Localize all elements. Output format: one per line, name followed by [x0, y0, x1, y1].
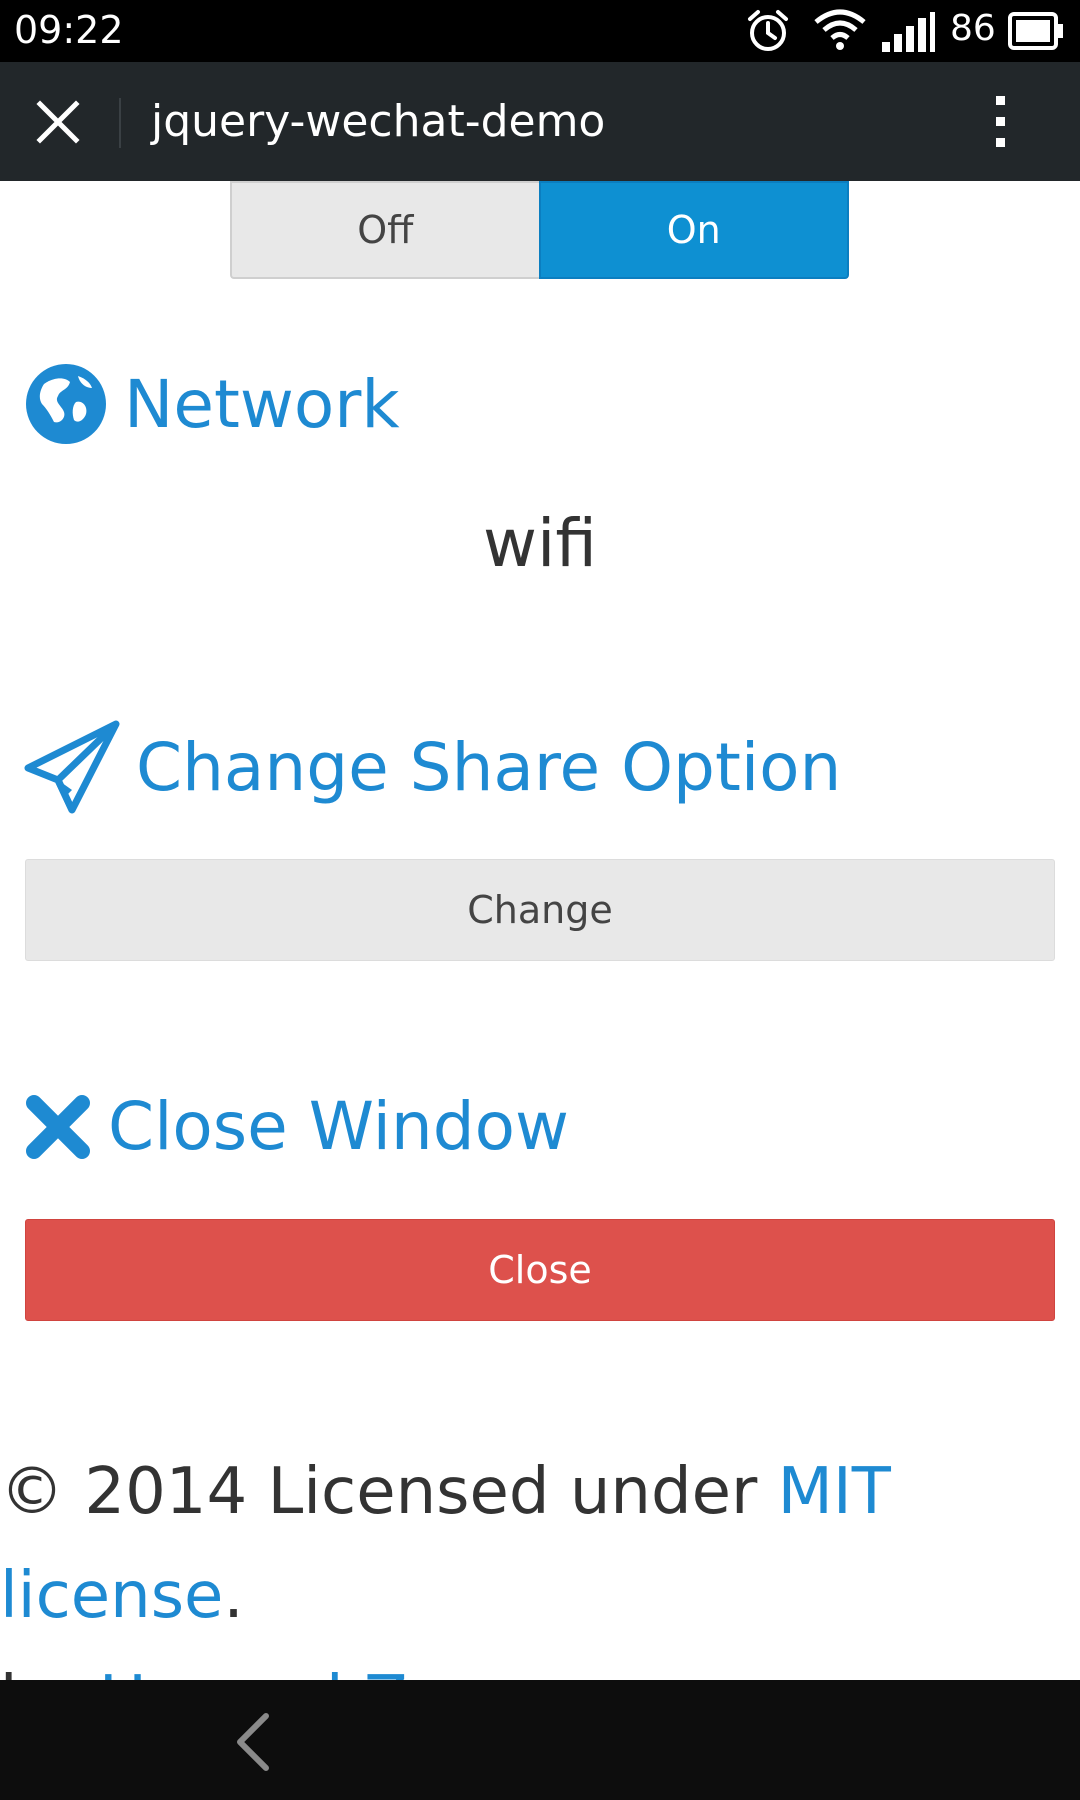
paper-plane-icon	[24, 720, 120, 814]
globe-icon	[26, 364, 106, 444]
network-heading: Network	[24, 362, 400, 446]
back-chevron-icon[interactable]	[232, 1712, 272, 1772]
title-bar: jquery-wechat-demo	[0, 62, 1080, 181]
wifi-icon	[814, 9, 866, 50]
share-heading-label: Change Share Option	[136, 728, 842, 806]
footer-license-suffix: .	[223, 1559, 244, 1633]
share-heading: Change Share Option	[24, 720, 841, 814]
network-type-value: wifi	[483, 505, 597, 582]
status-bar: 09:22 86	[0, 0, 1080, 62]
signal-icon	[882, 12, 935, 52]
close-window-heading-label: Close Window	[108, 1088, 570, 1165]
close-icon[interactable]	[34, 98, 82, 146]
toggle-off-button[interactable]: Off	[230, 181, 539, 279]
battery-level: 86	[950, 8, 996, 49]
footer-license-line: © 2014 Licensed under MIT license.	[0, 1440, 1080, 1648]
footer-license-prefix: © 2014 Licensed under	[0, 1455, 778, 1529]
navigation-bar	[0, 1680, 1080, 1800]
close-window-heading: Close Window	[24, 1088, 569, 1165]
title-divider	[119, 98, 121, 148]
toggle-segmented-control: Off On	[230, 181, 849, 279]
change-button[interactable]: Change	[25, 859, 1055, 961]
status-time: 09:22	[14, 8, 124, 52]
network-heading-label: Network	[124, 365, 400, 443]
battery-icon	[1008, 12, 1063, 50]
close-button[interactable]: Close	[25, 1219, 1055, 1321]
alarm-icon	[748, 10, 788, 51]
toggle-on-button[interactable]: On	[538, 181, 849, 279]
x-icon	[26, 1094, 90, 1159]
page-title: jquery-wechat-demo	[151, 96, 606, 147]
more-vertical-icon[interactable]	[985, 94, 1015, 150]
